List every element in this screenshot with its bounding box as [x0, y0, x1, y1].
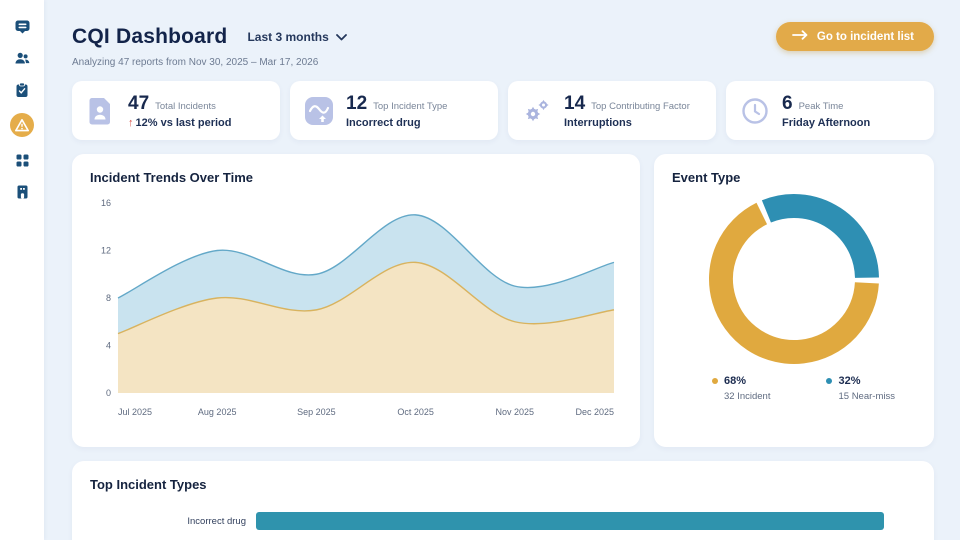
stat-value: 47	[128, 93, 149, 115]
stat-value: 6	[782, 93, 793, 115]
date-range-dropdown[interactable]: Last 3 months	[247, 28, 346, 46]
svg-text:16: 16	[101, 198, 111, 208]
trend-up-arrow: ↑	[128, 117, 134, 129]
incident-trends-card: Incident Trends Over Time 0 4 8 12 16 Jul 202…	[72, 154, 640, 447]
near-miss-legend-dot	[826, 378, 832, 384]
near-miss-count: 15 Near-miss	[826, 391, 895, 402]
page-title: CQI Dashboard	[72, 25, 227, 49]
incident-warning-icon[interactable]	[10, 113, 34, 137]
donut-legend: 68% 32 Incident 32% 15 Near-miss	[672, 375, 916, 402]
stat-sub: Incorrect drug	[346, 117, 447, 129]
date-range-label: Last 3 months	[247, 30, 328, 44]
donut-chart-title: Event Type	[672, 170, 916, 185]
stat-sub: ↑12% vs last period	[128, 117, 232, 129]
bar-row-incorrect-drug: Incorrect drug	[90, 512, 916, 530]
stat-label: Total Incidents	[155, 101, 216, 112]
report-range-subtitle: Analyzing 47 reports from Nov 30, 2025 –…	[72, 57, 934, 68]
svg-text:Dec 2025: Dec 2025	[575, 407, 614, 417]
arrow-right-icon	[792, 30, 808, 43]
sidebar	[0, 0, 44, 540]
stat-card-total-incidents: 47 Total Incidents ↑12% vs last period	[72, 81, 280, 140]
apps-grid-icon[interactable]	[13, 151, 31, 169]
svg-text:Sep 2025: Sep 2025	[297, 407, 336, 417]
header: CQI Dashboard Last 3 months Go to incide…	[72, 22, 934, 51]
svg-text:8: 8	[106, 293, 111, 303]
clipboard-icon[interactable]	[13, 81, 31, 99]
svg-text:4: 4	[106, 341, 111, 351]
svg-text:Aug 2025: Aug 2025	[198, 407, 237, 417]
legend-item-incident: 68% 32 Incident	[712, 375, 770, 402]
incident-count: 32 Incident	[712, 391, 770, 402]
chevron-down-icon	[336, 28, 347, 46]
svg-text:0: 0	[106, 388, 111, 398]
stat-sub: Interruptions	[564, 117, 690, 129]
stat-value: 14	[564, 93, 585, 115]
svg-text:Jul 2025: Jul 2025	[118, 407, 152, 417]
stat-sub: Friday Afternoon	[782, 117, 870, 129]
stat-card-peak-time: 6 Peak Time Friday Afternoon	[726, 81, 934, 140]
gears-icon	[520, 94, 554, 128]
building-icon[interactable]	[13, 183, 31, 201]
charts-row: Incident Trends Over Time 0 4 8 12 16 Jul 202…	[72, 154, 934, 447]
incident-legend-dot	[712, 378, 718, 384]
main-content: CQI Dashboard Last 3 months Go to incide…	[44, 0, 960, 540]
report-icon	[84, 94, 118, 128]
trends-chart-title: Incident Trends Over Time	[90, 170, 622, 185]
trends-area-chart: 0 4 8 12 16 Jul 2025 Aug 2025 Sep 2025 Oct 2025 N…	[90, 191, 622, 432]
bar-category-label: Incorrect drug	[90, 516, 256, 527]
trend-icon	[302, 94, 336, 128]
users-icon[interactable]	[13, 49, 31, 67]
legend-item-near-miss: 32% 15 Near-miss	[826, 375, 895, 402]
near-miss-pct: 32%	[838, 375, 860, 387]
top-incident-types-card: Top Incident Types Incorrect drug	[72, 461, 934, 540]
svg-text:12: 12	[101, 246, 111, 256]
go-to-incident-list-button[interactable]: Go to incident list	[776, 22, 934, 51]
event-type-card: Event Type 68% 32 Incident 32% 15 Near-m…	[654, 154, 934, 447]
stat-label: Top Contributing Factor	[591, 101, 690, 112]
cta-label: Go to incident list	[817, 31, 914, 43]
chat-icon[interactable]	[13, 17, 31, 35]
stat-label: Peak Time	[799, 101, 844, 112]
svg-text:Oct 2025: Oct 2025	[397, 407, 434, 417]
event-type-donut-chart	[672, 193, 916, 365]
svg-text:Nov 2025: Nov 2025	[496, 407, 535, 417]
bar-chart-title: Top Incident Types	[90, 477, 916, 492]
stat-card-top-incident-type: 12 Top Incident Type Incorrect drug	[290, 81, 498, 140]
stat-card-top-contributing-factor: 14 Top Contributing Factor Interruptions	[508, 81, 716, 140]
bar-track	[256, 512, 884, 530]
incident-pct: 68%	[724, 375, 746, 387]
incorrect-drug-bar	[256, 512, 884, 530]
clock-icon	[738, 94, 772, 128]
stat-value: 12	[346, 93, 367, 115]
stat-label: Top Incident Type	[373, 101, 447, 112]
stats-row: 47 Total Incidents ↑12% vs last period 1…	[72, 81, 934, 140]
